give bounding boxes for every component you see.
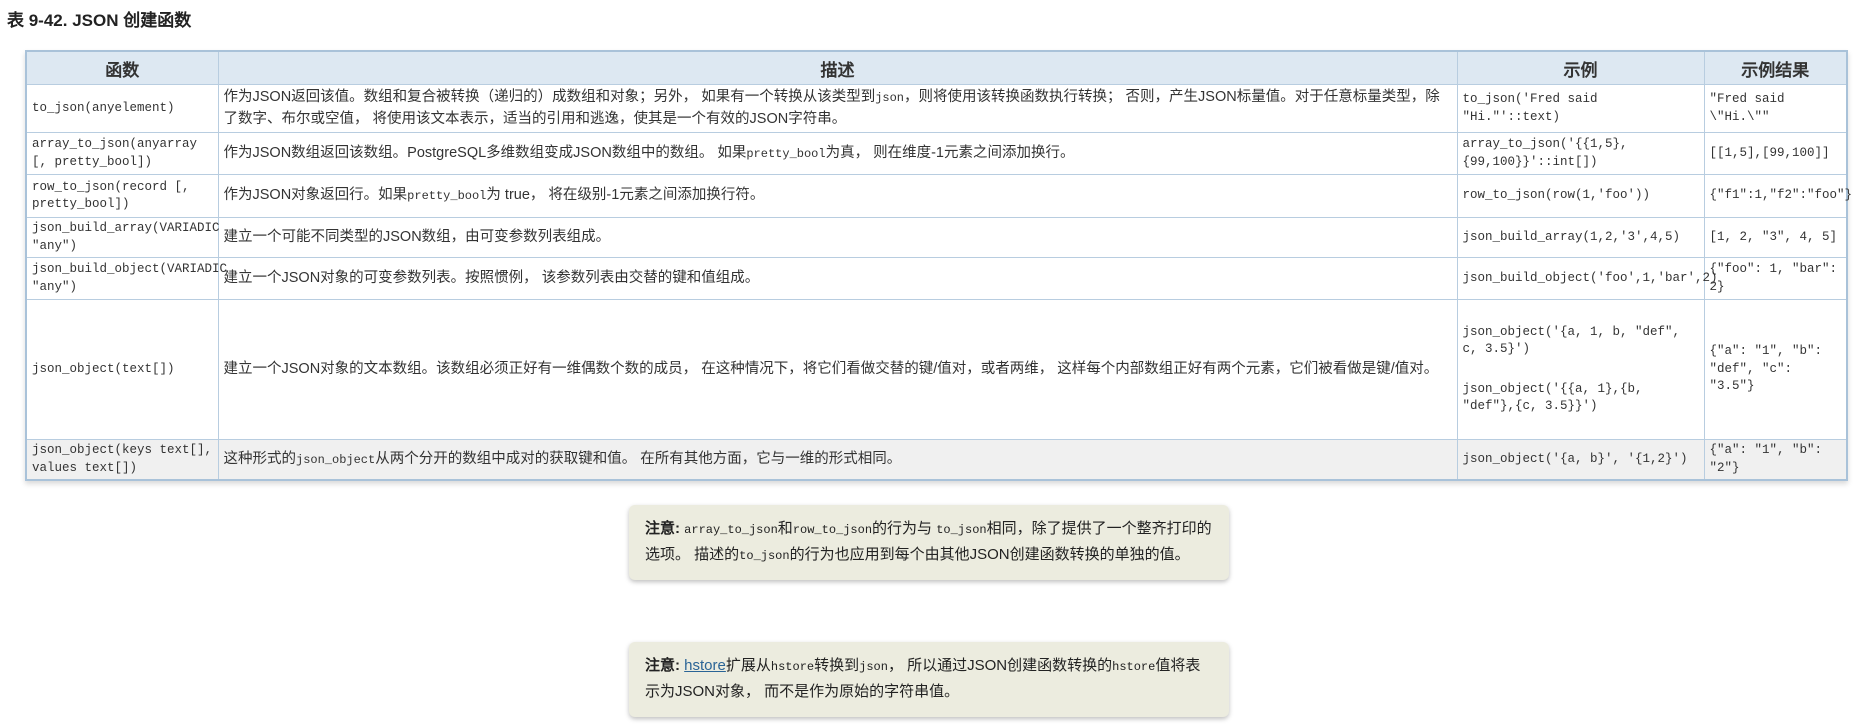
note-box-pretty-print: 注意: array_to_json和row_to_json的行为与 to_jso…	[629, 505, 1229, 580]
example-cell: array_to_json('{{1,5},{99,100}}'::int[])	[1456, 132, 1705, 175]
description-cell: 作为JSON返回该值。数组和复合被转换（递归的）成数组和对象；另外， 如果有一个…	[217, 84, 1458, 133]
description-text: 作为JSON对象返回行。如果	[223, 187, 408, 204]
description-text: 作为JSON数组返回该数组。PostgreSQL多维数组变成JSON数组中的数组…	[223, 144, 747, 161]
description-text: 作为JSON返回该值。数组和复合被转换（递归的）成数组和对象；另外， 如果有一个…	[223, 89, 876, 106]
code-text: json_object	[296, 452, 376, 467]
example-code: json_object('{a, b}', '{1,2}')	[1462, 451, 1688, 466]
note-text: ， 所以通过JSON创建函数转换的	[887, 657, 1113, 674]
description-cell: 建立一个JSON对象的可变参数列表。按照惯例， 该参数列表由交替的键和值组成。	[217, 257, 1458, 300]
table-row: json_object(text[]) 建立一个JSON对象的文本数组。该数组必须…	[25, 299, 1848, 440]
note-text: 转换到	[814, 657, 860, 674]
result-cell: "Fred said \"Hi.\""	[1703, 84, 1848, 133]
example-cell: json_build_array(1,2,'3',4,5)	[1456, 217, 1705, 258]
description-cell: 这种形式的json_object从两个分开的数组中成对的获取键和值。 在所有其他…	[217, 439, 1458, 481]
example-result: {"f1":1,"f2":"foo"}	[1709, 188, 1853, 203]
result-cell: {"a": "1", "b": "2"}	[1703, 439, 1848, 481]
note-box-hstore: 注意: hstore扩展从hstore转换到json， 所以通过JSON创建函数…	[629, 642, 1229, 717]
example-result: [1, 2, "3", 4, 5]	[1709, 229, 1838, 244]
function-cell: json_build_array(VARIADIC "any")	[25, 217, 220, 258]
result-cell: [1, 2, "3", 4, 5]	[1703, 217, 1848, 258]
example-result: "Fred said \"Hi.\""	[1709, 92, 1785, 124]
note-text: 的行为也应用到每个由其他JSON创建函数转换的单独的值。	[789, 546, 1190, 564]
example-cell: json_object('{a, b}', '{1,2}')	[1456, 439, 1705, 481]
function-cell: array_to_json(anyarray [, pretty_bool])	[25, 132, 219, 175]
code-text: to_json	[936, 523, 987, 537]
example-code: json_object('{a, 1, b, "def", c, 3.5}')	[1462, 324, 1681, 357]
table-row: to_json(anyelement) 作为JSON返回该值。数组和复合被转换（递…	[25, 84, 1848, 133]
description-text: 为 true， 将在级别-1元素之间添加换行符。	[486, 187, 765, 204]
description-cell: 作为JSON数组返回该数组。PostgreSQL多维数组变成JSON数组中的数组…	[217, 132, 1458, 175]
example-code: json_object('{{a, 1},{b, "def"},{c, 3.5}…	[1462, 381, 1643, 414]
code-text: pretty_bool	[407, 189, 487, 204]
code-text: hstore	[1112, 660, 1156, 674]
hstore-link[interactable]: hstore	[684, 657, 726, 674]
note-label: 注意:	[645, 520, 680, 537]
function-signature: json_object(keys text[], values text[])	[32, 443, 213, 475]
json-functions-table: 函数 描述 示例 示例结果 to_json(anyelement) 作为JSON返…	[25, 50, 1852, 481]
header-description: 描述	[217, 50, 1458, 85]
example-result: {"a": "1", "b": "2"}	[1709, 443, 1823, 475]
table-row: json_build_array(VARIADIC "any") 建立一个可能不同…	[25, 217, 1848, 258]
function-signature: json_object(text[])	[32, 361, 175, 376]
description-text: 建立一个JSON对象的文本数组。该数组必须正好有一维偶数个数的成员， 在这种情况…	[223, 360, 1439, 377]
description-cell: 作为JSON对象返回行。如果pretty_bool为 true， 将在级别-1元…	[217, 174, 1458, 218]
example-code: to_json('Fred said "Hi."'::text)	[1462, 92, 1598, 124]
note-text: 和	[777, 520, 793, 537]
description-cell: 建立一个可能不同类型的JSON数组，由可变参数列表组成。	[217, 217, 1458, 258]
description-text: 为真， 则在维度-1元素之间添加换行。	[825, 144, 1075, 161]
function-signature: array_to_json(anyarray [, pretty_bool])	[32, 137, 198, 169]
code-text: json	[859, 660, 888, 674]
note-label: 注意:	[645, 657, 680, 674]
header-row: 函数 描述 示例 示例结果	[25, 50, 1848, 85]
description-text: 从两个分开的数组中成对的获取键和值。 在所有其他方面，它与一维的形式相同。	[375, 450, 902, 467]
code-text: to_json	[739, 549, 790, 564]
result-cell: {"foo": 1, "bar": 2}	[1703, 257, 1848, 300]
code-text: row_to_json	[792, 523, 873, 537]
function-cell: row_to_json(record [, pretty_bool])	[25, 174, 219, 218]
code-text: json	[875, 91, 905, 106]
function-cell: json_object(text[])	[25, 299, 219, 440]
description-text: 建立一个JSON对象的可变参数列表。按照惯例， 该参数列表由交替的键和值组成。	[223, 269, 760, 286]
note-text: 的行为与	[872, 520, 937, 537]
result-cell: {"f1":1,"f2":"foo"}	[1703, 174, 1852, 218]
function-signature: row_to_json(record [, pretty_bool])	[32, 179, 190, 212]
function-cell: json_object(keys text[], values text[])	[25, 439, 219, 481]
code-text: hstore	[770, 660, 815, 674]
table-row: row_to_json(record [, pretty_bool]) 作为JSO…	[25, 174, 1852, 218]
table-title: 表 9-42. JSON 创建函数	[7, 11, 192, 30]
function-signature: to_json(anyelement)	[32, 100, 175, 115]
table-row: array_to_json(anyarray [, pretty_bool]) 作…	[25, 132, 1848, 175]
header-example: 示例	[1456, 50, 1705, 85]
example-cell: json_build_object('foo',1,'bar',2)	[1456, 257, 1718, 300]
description-text: 这种形式的	[223, 450, 297, 467]
function-cell: to_json(anyelement)	[25, 84, 219, 133]
description-text: 建立一个可能不同类型的JSON数组，由可变参数列表组成。	[223, 228, 611, 245]
example-result: [[1,5],[99,100]]	[1709, 145, 1830, 160]
example-cell: json_object('{a, 1, b, "def", c, 3.5}') j…	[1456, 299, 1705, 440]
example-cell: row_to_json(row(1,'foo'))	[1456, 174, 1705, 218]
table-row: json_build_object(VARIADIC "any") 建立一个JSO…	[25, 257, 1848, 300]
description-cell: 建立一个JSON对象的文本数组。该数组必须正好有一维偶数个数的成员， 在这种情况…	[217, 299, 1458, 440]
example-cell: to_json('Fred said "Hi."'::text)	[1456, 84, 1705, 133]
example-code: row_to_json(row(1,'foo'))	[1462, 188, 1651, 203]
function-signature: json_build_object(VARIADIC "any")	[32, 262, 228, 294]
code-text: pretty_bool	[746, 146, 826, 161]
example-code: json_build_object('foo',1,'bar',2)	[1462, 270, 1718, 285]
example-code: array_to_json('{{1,5},{99,100}}'::int[])	[1462, 137, 1628, 169]
example-result: {"a": "1", "b": "def", "c": "3.5"}	[1709, 344, 1823, 394]
header-function: 函数	[25, 50, 219, 85]
table-row: json_object(keys text[], values text[]) 这…	[25, 439, 1848, 481]
function-cell: json_build_object(VARIADIC "any")	[25, 257, 227, 300]
result-cell: [[1,5],[99,100]]	[1703, 132, 1848, 175]
result-cell: {"a": "1", "b": "def", "c": "3.5"}	[1703, 299, 1848, 440]
example-code: json_build_array(1,2,'3',4,5)	[1462, 229, 1681, 244]
header-result: 示例结果	[1703, 50, 1848, 85]
function-signature: json_build_array(VARIADIC "any")	[32, 221, 220, 253]
note-text: 扩展从	[725, 657, 771, 674]
code-text: array_to_json	[684, 523, 778, 537]
example-result: {"foo": 1, "bar": 2}	[1709, 262, 1838, 294]
